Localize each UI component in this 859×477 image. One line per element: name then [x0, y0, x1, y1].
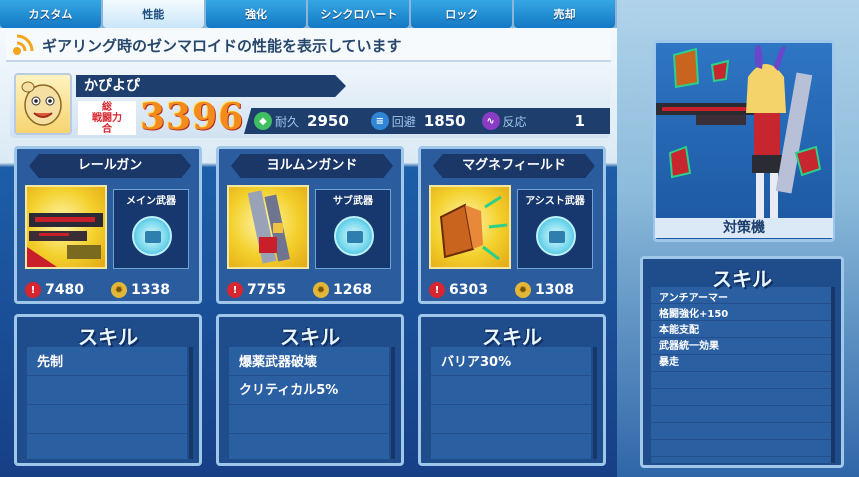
- weapon-defense: 1338: [131, 282, 170, 298]
- total-power-label-line1: 総: [102, 102, 112, 113]
- character-skill-scrollbar[interactable]: [831, 287, 835, 463]
- weapon-card-main[interactable]: レールガン メイン武器 ! 7480 ✹ 1338: [14, 146, 202, 304]
- attack-icon: !: [227, 282, 243, 298]
- avatar[interactable]: [14, 73, 72, 135]
- character-skill-panel: スキル アンチアーマー 格闘強化+150 本能支配 武器統一効果 暴走: [640, 256, 844, 468]
- weapon-card-sub[interactable]: ヨルムンガンド サブ武器 ! 7755 ✹ 1268: [216, 146, 404, 304]
- stat-durability-value: 2950: [307, 112, 349, 130]
- tab-enhance[interactable]: 強化: [205, 0, 307, 28]
- weapon-slot-chip[interactable]: サブ武器: [315, 189, 391, 269]
- character-skill-item: 本能支配: [659, 325, 699, 336]
- weapon-attack: 6303: [449, 282, 488, 298]
- tab-sell[interactable]: 売却: [514, 0, 615, 28]
- attack-icon: !: [25, 282, 41, 298]
- weapon-defense: 1268: [333, 282, 372, 298]
- weapon-slot-label: アシスト武器: [525, 196, 585, 207]
- weapon-skill-panel-assist: スキル バリア30%: [418, 314, 606, 466]
- player-name: かぴよぴ: [76, 75, 346, 97]
- weapon-slot-chip[interactable]: アシスト武器: [517, 189, 593, 269]
- skill-header: スキル: [712, 267, 772, 291]
- weapon-attack: 7480: [45, 282, 84, 298]
- weapon-card-assist[interactable]: マグネフィールド アシスト武器 ! 6303 ✹ 1308: [418, 146, 606, 304]
- character-portrait[interactable]: [653, 40, 835, 242]
- dash-icon: ≡: [370, 112, 389, 130]
- weapon-skill-panel-main: スキル 先制: [14, 314, 202, 466]
- skill-scrollbar[interactable]: [189, 347, 193, 459]
- skill-scrollbar[interactable]: [593, 347, 597, 459]
- stat-evasion-label: 回避: [391, 114, 416, 129]
- stat-reaction-label: 反応: [502, 114, 527, 129]
- weapon-slot-label: メイン武器: [126, 196, 176, 207]
- skill-header: スキル: [280, 325, 340, 349]
- weapon-name: レールガン: [29, 154, 191, 178]
- info-header: ギアリング時のゼンマロイドの性能を表示しています: [6, 30, 611, 62]
- gear-icon: ✹: [313, 282, 329, 298]
- tab-performance[interactable]: 性能: [102, 0, 204, 28]
- attack-icon: !: [429, 282, 445, 298]
- stats-bar: ◆ 耐久 2950 ≡ 回避 1850 ∿ 反応 1: [244, 108, 610, 134]
- weapon-image: [25, 185, 107, 269]
- skill-header: スキル: [78, 325, 138, 349]
- stat-durability: ◆ 耐久 2950: [254, 112, 349, 130]
- total-power-label: 総 戦闘力 合: [78, 101, 136, 135]
- gun-icon: [132, 216, 172, 256]
- signal-icon: [10, 32, 36, 58]
- tab-custom[interactable]: カスタム: [0, 0, 101, 28]
- character-skill-item: 格闘強化+150: [659, 309, 729, 320]
- character-skill-item: 暴走: [659, 357, 679, 368]
- stat-durability-label: 耐久: [275, 114, 300, 129]
- skill-scrollbar[interactable]: [391, 347, 395, 459]
- info-header-text: ギアリング時のゼンマロイドの性能を表示しています: [42, 36, 402, 55]
- weapon-skill-panel-sub: スキル 爆薬武器破壊 クリティカル5%: [216, 314, 404, 466]
- tab-bar: カスタム 性能 強化 シンクロハート ロック 売却: [0, 0, 617, 28]
- stat-reaction: ∿ 反応 1: [481, 112, 585, 130]
- shield-icon: ◆: [254, 112, 272, 130]
- weapon-name: ヨルムンガンド: [231, 154, 393, 178]
- weapon-defense: 1308: [535, 282, 574, 298]
- skill-item: バリア30%: [441, 355, 512, 370]
- total-power-label-suffix: 合: [102, 124, 112, 135]
- character-skill-item: アンチアーマー: [659, 293, 728, 304]
- tab-lock[interactable]: ロック: [411, 0, 513, 28]
- stat-evasion-value: 1850: [423, 112, 466, 130]
- stat-reaction-value: 1: [574, 112, 585, 130]
- gear-icon: ✹: [111, 282, 127, 298]
- weapon-image: [429, 185, 511, 269]
- weapon-stats: ! 6303 ✹ 1308: [429, 281, 597, 299]
- gun-icon: [536, 216, 576, 256]
- gear-icon: ✹: [515, 282, 531, 298]
- character-skill-item: 武器統一効果: [659, 341, 719, 352]
- weapon-name: マグネフィールド: [433, 154, 595, 178]
- skill-item: クリティカル5%: [239, 383, 339, 398]
- gun-icon: [334, 216, 374, 256]
- character-type-label: 対策機: [655, 218, 833, 238]
- skill-item: 爆薬武器破壊: [239, 355, 318, 370]
- skill-header: スキル: [482, 325, 542, 349]
- stat-evasion: ≡ 回避 1850: [370, 112, 466, 130]
- weapon-slot-label: サブ武器: [333, 196, 373, 207]
- total-power-label-line2: 戦闘力: [92, 113, 122, 124]
- pulse-icon: ∿: [481, 112, 500, 130]
- weapon-slot-chip[interactable]: メイン武器: [113, 189, 189, 269]
- weapon-stats: ! 7480 ✹ 1338: [25, 281, 193, 299]
- skill-item: 先制: [37, 355, 64, 370]
- tab-synchro-heart[interactable]: シンクロハート: [308, 0, 410, 28]
- total-power-value: 3396: [140, 96, 245, 138]
- weapon-image: [227, 185, 309, 269]
- weapon-stats: ! 7755 ✹ 1268: [227, 281, 395, 299]
- weapon-attack: 7755: [247, 282, 286, 298]
